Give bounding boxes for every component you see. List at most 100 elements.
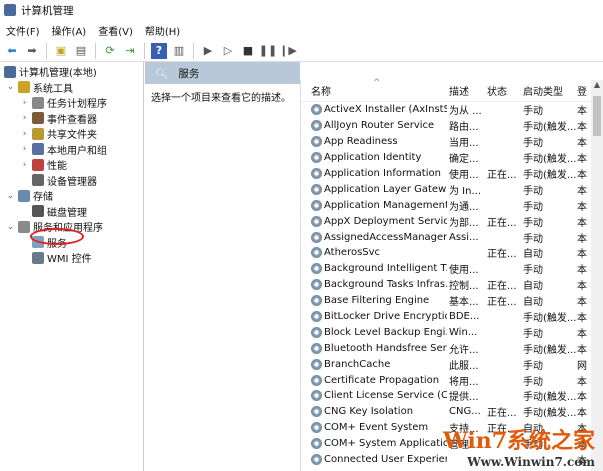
service-row[interactable]: Client License Service (Cli...提供... 手动(触发…	[301, 388, 603, 404]
tree-item[interactable]: › 共享文件夹	[0, 126, 143, 142]
tree-item[interactable]: › 本地用户和组	[0, 142, 143, 158]
help-icon[interactable]: ?	[151, 42, 167, 59]
highlight-circle	[30, 228, 84, 245]
service-row[interactable]: AtherosSvc 正在... 自动 本	[301, 245, 603, 261]
service-row[interactable]: Bluetooth Handsfree Ser... 允许... 手动(触发... 本	[301, 340, 603, 356]
expand-arrow-icon[interactable]: ›	[20, 144, 29, 154]
service-name: BranchCache	[324, 358, 391, 370]
menu-file[interactable]: 文件(F)	[6, 23, 40, 38]
service-logon: 本	[577, 297, 587, 309]
computer-management-icon	[4, 4, 16, 16]
search-icon: 🔍︎	[155, 67, 169, 80]
back-icon[interactable]: ⬅	[4, 43, 20, 59]
column-status[interactable]: 状态	[485, 83, 521, 98]
show-hide-tree-icon[interactable]: ▤	[73, 43, 89, 59]
service-name-cell: COM+ Event System	[301, 422, 447, 434]
service-row[interactable]: BitLocker Drive Encryptio... BDE... 手动(触发.…	[301, 309, 603, 325]
service-row[interactable]: Application Layer Gatewa...为 In... 手动 本	[301, 181, 603, 197]
service-name: CNG Key Isolation	[324, 406, 414, 418]
service-description: 路由...	[449, 122, 479, 134]
column-logon[interactable]: 登	[577, 83, 589, 98]
service-row[interactable]: CNG Key Isolation CNG... 正在... 手动(触发... 本	[301, 404, 603, 420]
service-name-cell: Application Identity	[301, 152, 447, 164]
service-row[interactable]: Application Management 为通... 手动 本	[301, 197, 603, 213]
service-name: Application Management	[324, 199, 447, 211]
service-name-cell: COM+ System Application	[301, 438, 447, 450]
tree-item[interactable]: ⌄ 系统工具	[0, 80, 143, 96]
service-name: Connected User Experien...	[324, 454, 447, 466]
column-startup-type[interactable]: 启动类型	[521, 83, 577, 98]
description-pane: 🔍︎ 服务 选择一个项目来查看它的描述。	[145, 62, 300, 471]
menu-view[interactable]: 查看(V)	[98, 23, 133, 38]
expand-arrow-icon[interactable]: ⌄	[6, 191, 15, 201]
list-header: 名称 ^ 描述 状态 启动类型 登	[301, 78, 603, 102]
vertical-scrollbar[interactable]: ▲	[591, 80, 603, 471]
service-startup-type: 手动(触发...	[523, 170, 577, 181]
service-row[interactable]: BranchCache 此服... 手动 网	[301, 356, 603, 372]
tree-item[interactable]: › 性能	[0, 157, 143, 173]
service-row[interactable]: AllJoyn Router Service 路由... 手动(触发... 本	[301, 118, 603, 134]
service-name-cell: CNG Key Isolation	[301, 406, 447, 418]
service-row[interactable]: Block Level Backup Engi... Win... 手动 本	[301, 324, 603, 340]
tree-item[interactable]: ⌄ 存储	[0, 188, 143, 204]
service-row[interactable]: App Readiness 当用... 手动 本	[301, 134, 603, 150]
scrollbar-thumb[interactable]	[593, 96, 601, 136]
pause-icon[interactable]: ❚❚	[259, 43, 277, 59]
tree-item[interactable]: › 事件查看器	[0, 111, 143, 127]
services-list: 名称 ^ 描述 状态 启动类型 登 ActiveX Installer (AxI…	[300, 78, 603, 471]
tree-item[interactable]: 计算机管理(本地)	[0, 64, 143, 80]
service-row[interactable]: Application Identity 确定... 手动(触发... 本	[301, 150, 603, 166]
start-alt-icon[interactable]: ▷	[220, 43, 236, 59]
up-folder-icon[interactable]: ▣	[53, 43, 69, 59]
expand-arrow-icon[interactable]: ⌄	[6, 222, 15, 232]
service-name: ActiveX Installer (AxInstSV)	[324, 104, 447, 116]
service-description: 确定...	[449, 154, 479, 166]
tree-item[interactable]: › 任务计划程序	[0, 95, 143, 111]
service-row[interactable]: AppX Deployment Servic... 为部... 正在... 手动 本	[301, 213, 603, 229]
service-name-cell: AppX Deployment Servic...	[301, 215, 447, 227]
expand-arrow-icon[interactable]: ›	[20, 113, 29, 123]
expand-arrow-icon[interactable]: ›	[20, 129, 29, 139]
export-icon[interactable]: ⇥	[122, 43, 138, 59]
expand-arrow-icon[interactable]: ›	[20, 160, 29, 170]
service-startup-type: 手动	[523, 138, 543, 150]
watermark-url: Www.Winwin7.com	[467, 455, 595, 469]
service-row[interactable]: Certificate Propagation 将用... 手动 本	[301, 372, 603, 388]
service-startup-type: 手动	[523, 201, 543, 213]
column-description[interactable]: 描述	[447, 83, 485, 98]
tree-item[interactable]: WMI 控件	[0, 250, 143, 266]
refresh-icon[interactable]: ⟳	[102, 43, 118, 59]
start-icon[interactable]: ▶	[200, 43, 216, 59]
service-description: 允许...	[449, 344, 479, 356]
service-gear-icon	[311, 342, 322, 354]
menu-help[interactable]: 帮助(H)	[145, 23, 180, 38]
service-name-cell: Connected User Experien...	[301, 454, 447, 466]
tree-node-icon	[32, 96, 44, 109]
service-row[interactable]: AssignedAccessManager... Assi... 手动 本	[301, 229, 603, 245]
service-row[interactable]: Background Tasks Infras... 控制... 正在... 自动 本	[301, 277, 603, 293]
tree-node-icon	[4, 65, 16, 78]
restart-icon[interactable]: ❙▶	[279, 43, 297, 59]
service-name-cell: ActiveX Installer (AxInstSV)	[301, 104, 447, 116]
service-logon: 本	[577, 170, 587, 181]
service-name: Background Tasks Infras...	[324, 279, 447, 291]
menu-action[interactable]: 操作(A)	[52, 23, 87, 38]
tree-item[interactable]: 磁盘管理	[0, 204, 143, 220]
tree-item[interactable]: 设备管理器	[0, 173, 143, 189]
tree-node-icon	[18, 220, 30, 233]
service-row[interactable]: Background Intelligent T... 使用... 手动 本	[301, 261, 603, 277]
forward-icon[interactable]: ➡	[24, 43, 40, 59]
menu-bar: 文件(F) 操作(A) 查看(V) 帮助(H)	[0, 20, 603, 40]
service-description: CNG...	[449, 406, 481, 418]
expand-arrow-icon[interactable]: ›	[20, 98, 29, 108]
stop-icon[interactable]: ■	[240, 43, 256, 59]
action-pane-icon[interactable]: ▥	[171, 43, 187, 59]
service-row[interactable]: ActiveX Installer (AxInstSV)为从 ... 手动 本	[301, 102, 603, 118]
tree-item-label: WMI 控件	[47, 254, 92, 266]
scroll-up-icon[interactable]: ▲	[591, 80, 603, 89]
service-name: BitLocker Drive Encryptio...	[324, 311, 447, 323]
service-row[interactable]: Base Filtering Engine 基本... 正在... 自动 本	[301, 293, 603, 309]
expand-arrow-icon[interactable]: ⌄	[6, 82, 15, 92]
service-name: Application Layer Gatewa...	[324, 183, 447, 195]
service-row[interactable]: Application Information 使用... 正在... 手动(触发..…	[301, 166, 603, 182]
